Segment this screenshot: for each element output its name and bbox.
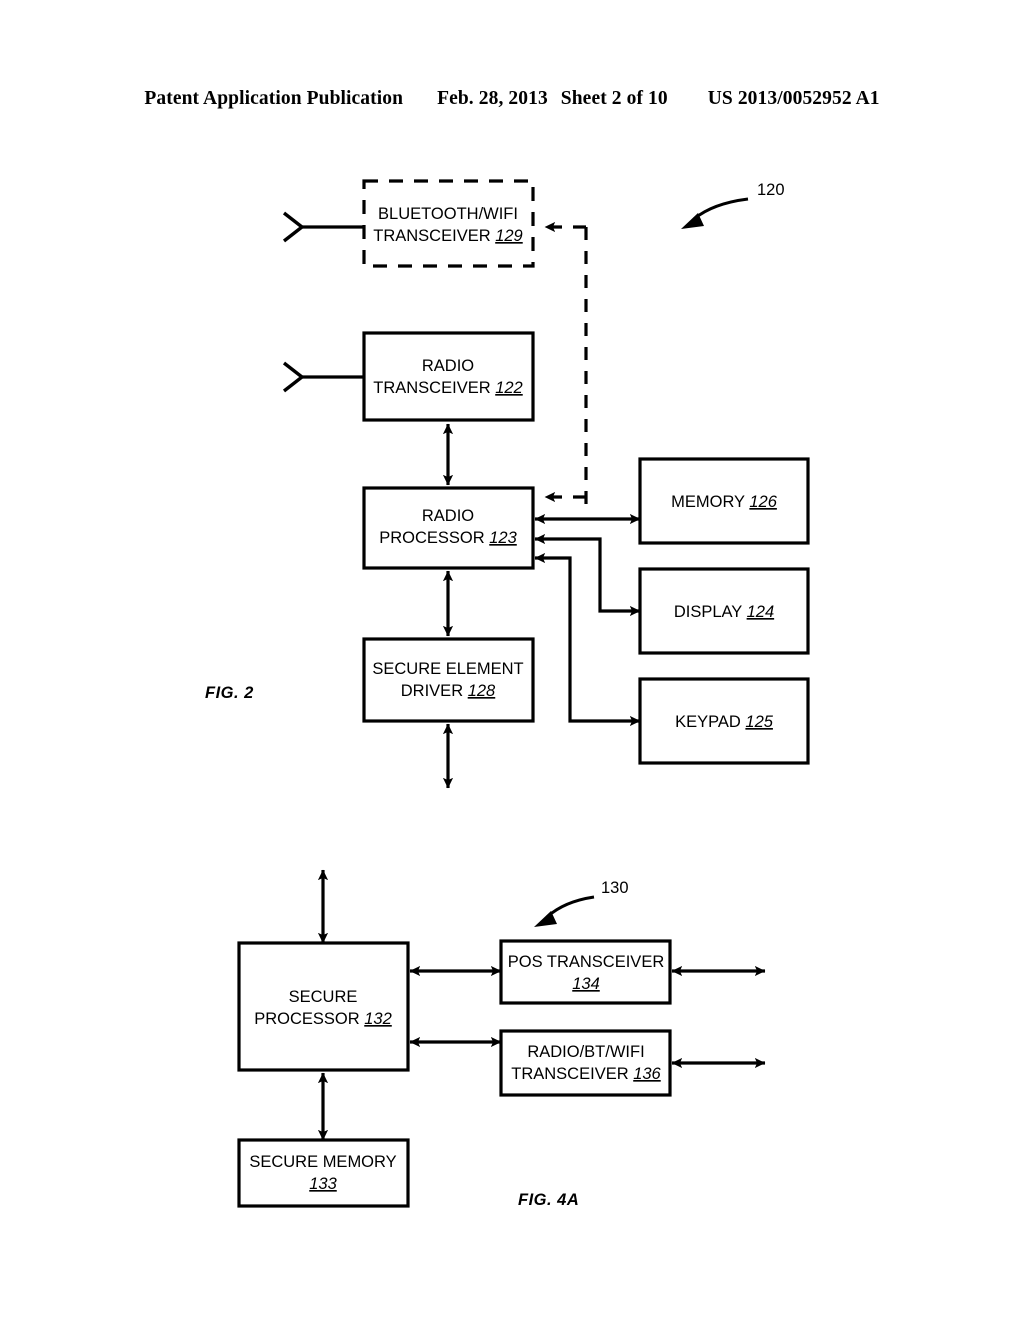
secure-processor-label-line1: SECURE (289, 988, 358, 1006)
bluetooth-antenna-icon (282, 211, 305, 243)
secure-element-driver-label-line2: DRIVER 128 (401, 682, 496, 700)
figure-2-leader-line (693, 197, 749, 221)
bluetooth-wifi-transceiver-label-line2: TRANSCEIVER 129 (373, 227, 522, 245)
secure-processor-label-line2: PROCESSOR 132 (254, 1010, 392, 1028)
pos-transceiver-reference: 134 (572, 975, 600, 993)
radio-transceiver-label-line2: TRANSCEIVER 122 (373, 379, 522, 397)
bluetooth-wifi-transceiver-label-line1: BLUETOOTH/WIFI (378, 205, 518, 223)
display-label: DISPLAY 124 (674, 603, 774, 621)
figure-2-reference-numeral: 120 (757, 181, 785, 199)
radio-processor-to-display-connector (534, 533, 641, 617)
pos-transceiver-box (499, 939, 672, 1005)
secure-memory-reference: 133 (309, 1175, 337, 1193)
radio-processor-label-line2: PROCESSOR 123 (379, 529, 517, 547)
figure-4a-reference-numeral: 130 (601, 879, 629, 897)
radio-bt-wifi-transceiver-label-line1: RADIO/BT/WIFI (527, 1043, 644, 1061)
radio-processor-box (362, 486, 535, 570)
bluetooth-wifi-transceiver-box (362, 179, 535, 268)
patent-drawing-sheet: Patent Application Publication Feb. 28, … (0, 0, 1024, 1320)
radio-bt-wifi-transceiver-label-line2: TRANSCEIVER 136 (511, 1065, 661, 1083)
radio-processor-to-keypad-connector (534, 552, 641, 727)
secure-element-driver-box (362, 637, 535, 723)
radio-processor-label-line1: RADIO (422, 507, 474, 525)
secure-processor-box (237, 941, 410, 1072)
radio-antenna-icon (282, 361, 305, 393)
secure-memory-box (237, 1138, 410, 1208)
radio-transceiver-label-line1: RADIO (422, 357, 474, 375)
figure-4a-leader-line (545, 895, 595, 919)
secure-element-driver-label-line1: SECURE ELEMENT (372, 660, 523, 678)
keypad-label: KEYPAD 125 (675, 713, 774, 731)
figure-2-caption: FIG. 2 (205, 684, 254, 702)
figure-4a-caption: FIG. 4A (518, 1191, 579, 1209)
figures-canvas: 120 BLUETOOTH/WIFI TRANSCEIVER 129 RADIO… (205, 179, 810, 1209)
memory-label: MEMORY 126 (671, 493, 778, 511)
secure-memory-label-line1: SECURE MEMORY (249, 1153, 396, 1171)
pos-transceiver-label-line1: POS TRANSCEIVER (508, 953, 665, 971)
radio-transceiver-box (362, 331, 535, 422)
radio-bt-wifi-transceiver-box (499, 1029, 672, 1097)
